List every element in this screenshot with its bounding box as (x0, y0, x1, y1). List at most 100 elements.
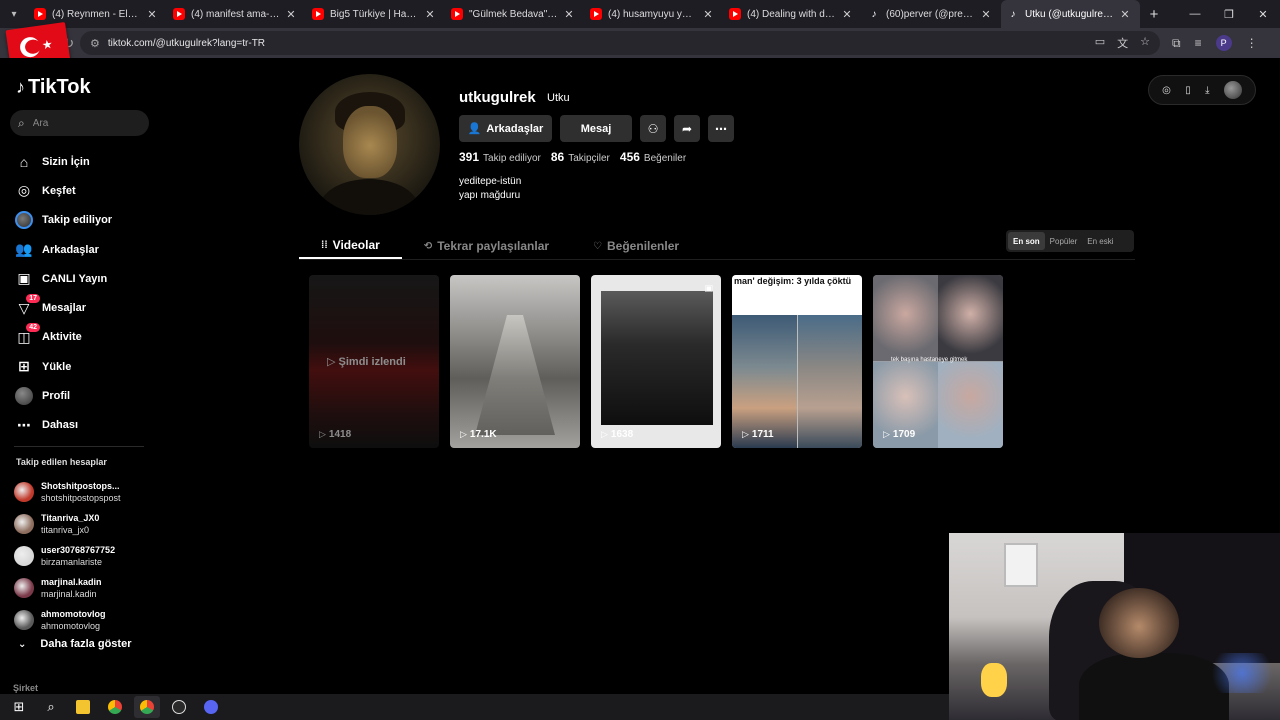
sidebar-item[interactable]: ⋯ Dahası (14, 411, 112, 440)
media-icon[interactable]: ≡ (1195, 36, 1202, 50)
browser-tab[interactable]: (4) manifest ama-ama-am ✕ (167, 0, 306, 28)
profile-stat[interactable]: 456 Beğeniler (620, 150, 686, 164)
account-handle: ahmomotovlog (41, 621, 101, 631)
profile-stat[interactable]: 86 Takipçiler (551, 150, 610, 164)
profile-avatar-icon (15, 387, 33, 406)
account-avatar (14, 546, 34, 566)
new-tab-button[interactable]: + (1140, 6, 1168, 23)
close-tab-icon[interactable]: ✕ (284, 8, 298, 21)
followed-account[interactable]: ahmomotovlog ahmomotovlog (14, 604, 121, 636)
tab-reposts[interactable]: ⟲ Tekrar paylaşılanlar (402, 233, 571, 259)
tab-liked[interactable]: ♡ Beğenilenler (571, 233, 701, 259)
close-tab-icon[interactable]: ✕ (1118, 8, 1132, 21)
friends-button[interactable]: 👤 Arkadaşlar (459, 115, 552, 142)
video-card[interactable]: tek başına hastaneye gitmek ▷ 1709 (873, 275, 1003, 448)
close-tab-icon[interactable]: ✕ (423, 8, 437, 21)
message-button-label: Mesaj (580, 122, 612, 135)
tiktok-logo[interactable]: ♪ TikTok (16, 76, 91, 99)
browser-tab[interactable]: Big5 Türkiye | Hazırlık Sez ✕ (306, 0, 445, 28)
sidebar-item[interactable]: ◫ 42 Aktivite (14, 323, 112, 352)
close-tab-icon[interactable]: ✕ (979, 8, 993, 21)
search-input[interactable] (32, 117, 123, 129)
address-bar: ← → ↻ ⚙ tiktok.com/@utkugulrek?lang=tr-T… (0, 28, 1280, 58)
profile-stat[interactable]: 391 Takip ediliyor (459, 150, 541, 164)
tab-videos[interactable]: ⁞⁞ Videolar (299, 233, 402, 259)
video-card[interactable]: man' değişim: 3 yılda çöktü ▷ 1711 (732, 275, 862, 448)
maximize-icon[interactable]: ❐ (1212, 8, 1246, 21)
share-button[interactable]: ➦ (674, 115, 700, 142)
profile-avatar[interactable] (299, 74, 440, 215)
sidebar-item[interactable]: ▽ 17 Mesajlar (14, 293, 112, 322)
play-icon: ▷ (883, 429, 890, 439)
sidebar-item[interactable]: Takip ediliyor (14, 206, 112, 235)
sort-option[interactable]: Popüler (1045, 232, 1083, 250)
sidebar-divider (14, 446, 144, 447)
followed-account[interactable]: marjinal.kadin marjinal.kadin (14, 572, 121, 604)
translate-icon[interactable]: 文 (1117, 35, 1128, 51)
obs-icon[interactable] (166, 696, 192, 718)
sidebar-item-label: Arkadaşlar (42, 243, 99, 256)
user-avatar[interactable] (1223, 81, 1242, 99)
followed-account[interactable]: user30768767752 birzamanlariste (14, 540, 121, 572)
discord-icon[interactable] (198, 696, 224, 718)
sidebar-item[interactable]: ⌂ Sizin İçin (14, 147, 112, 176)
show-more-button[interactable]: ⌄ Daha fazla göster (18, 638, 131, 650)
sidebar-item[interactable]: ▣ CANLI Yayın (14, 264, 112, 293)
close-tab-icon[interactable]: ✕ (145, 8, 159, 21)
chrome-icon[interactable] (102, 696, 128, 718)
sidebar-item[interactable]: 👥 Arkadaşlar (14, 235, 112, 264)
toy-figure (981, 663, 1007, 697)
close-tab-icon[interactable]: ✕ (701, 8, 715, 21)
sort-option[interactable]: En eski (1082, 232, 1118, 250)
search-icon: ⌕ (18, 115, 25, 130)
sidebar-item[interactable]: Profil (14, 381, 112, 410)
taskbar-search-icon[interactable]: ⌕ (38, 696, 64, 718)
video-card[interactable]: ▣ ▷ 1638 (591, 275, 721, 448)
close-tab-icon[interactable]: ✕ (840, 8, 854, 21)
browser-tab[interactable]: ♪ Utku (@utkugulrek) | TikT ✕ (1001, 0, 1140, 28)
sidebar-item[interactable]: ⊞ Yükle (14, 352, 112, 381)
browser-tab[interactable]: ♪ (60)perver (@prensesperv ✕ (862, 0, 1001, 28)
company-link[interactable]: Şirket (13, 683, 38, 693)
video-card[interactable]: ▷ Şimdi izlendi ▷ 1418 (309, 275, 439, 448)
suggest-accounts-button[interactable]: ⚇ (640, 115, 666, 142)
browser-menu-icon[interactable]: ⋮ (1246, 36, 1258, 50)
followed-account[interactable]: Shotshitpostops... shotshitpostopspost (14, 476, 121, 508)
video-card[interactable]: ▷ 17.1K (450, 275, 580, 448)
browser-tab[interactable]: (4) husamyuyu yayın vakt ✕ (584, 0, 723, 28)
sidebar-item-label: Aktivite (42, 331, 82, 344)
tab-search-icon[interactable]: ▾ (0, 0, 28, 28)
close-tab-icon[interactable]: ✕ (562, 8, 576, 21)
windows-start-icon[interactable]: ⊞ (6, 696, 32, 718)
more-options-button[interactable]: ⋯ (708, 115, 734, 142)
bookmark-star-icon[interactable]: ☆ (1140, 35, 1150, 51)
browser-tab[interactable]: "Gülmek Bedava" Kick & ✕ (445, 0, 584, 28)
tiktok-logo-icon: ♪ (16, 77, 25, 97)
search-box[interactable]: ⌕ (10, 110, 149, 136)
url-field[interactable]: ⚙ tiktok.com/@utkugulrek?lang=tr-TR ▭ 文 … (80, 31, 1160, 55)
chrome-active-icon[interactable] (134, 696, 160, 718)
browser-tab[interactable]: (4) Dealing with depressic ✕ (723, 0, 862, 28)
browser-profile-avatar[interactable]: P (1215, 35, 1232, 51)
bio-line: yapı mağduru (459, 190, 521, 201)
tab-label: Videolar (332, 238, 380, 252)
sidebar-item[interactable]: ◎ Keşfet (14, 176, 112, 205)
coins-icon[interactable]: ◎ (1162, 85, 1171, 96)
device-icon[interactable]: ▯ (1185, 85, 1191, 96)
followed-account[interactable]: Titanriva_JX0 titanriva_jx0 (14, 508, 121, 540)
extensions-icon[interactable]: ⧉ (1172, 36, 1181, 51)
youtube-icon (451, 8, 463, 20)
tab-label: Utku (@utkugulrek) | TikT (1025, 8, 1114, 20)
install-app-icon[interactable]: ▭ (1095, 35, 1105, 51)
minimize-icon[interactable]: — (1178, 8, 1212, 21)
file-explorer-icon[interactable] (70, 696, 96, 718)
message-button[interactable]: Mesaj (560, 115, 632, 142)
video-caption: man' değişim: 3 yılda çöktü (734, 276, 852, 286)
sidebar-menu: ⌂ Sizin İçin ◎ Keşfet Takip ediliyor 👥 Arkadaş… (14, 147, 112, 440)
sidebar-item-label: Yükle (42, 360, 72, 373)
site-info-icon[interactable]: ⚙ (90, 37, 100, 50)
close-window-icon[interactable]: ✕ (1246, 8, 1280, 21)
stat-value: 86 (550, 150, 565, 164)
sort-option[interactable]: En son (1008, 232, 1045, 250)
download-icon[interactable]: ⤓ (1205, 85, 1209, 96)
